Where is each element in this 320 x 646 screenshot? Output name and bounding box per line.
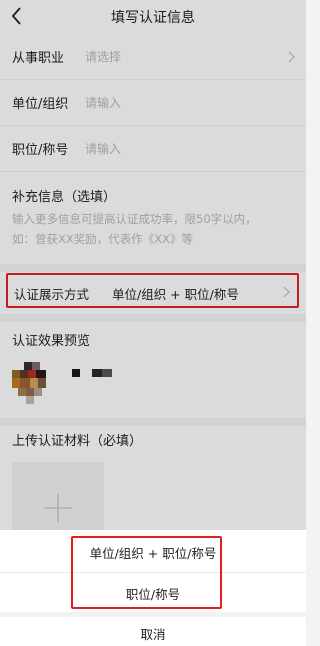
options-highlight-box (71, 536, 222, 609)
cancel-button[interactable]: 取消 (0, 624, 306, 643)
modal-overlay[interactable] (0, 0, 306, 530)
sheet-gap (0, 612, 306, 617)
